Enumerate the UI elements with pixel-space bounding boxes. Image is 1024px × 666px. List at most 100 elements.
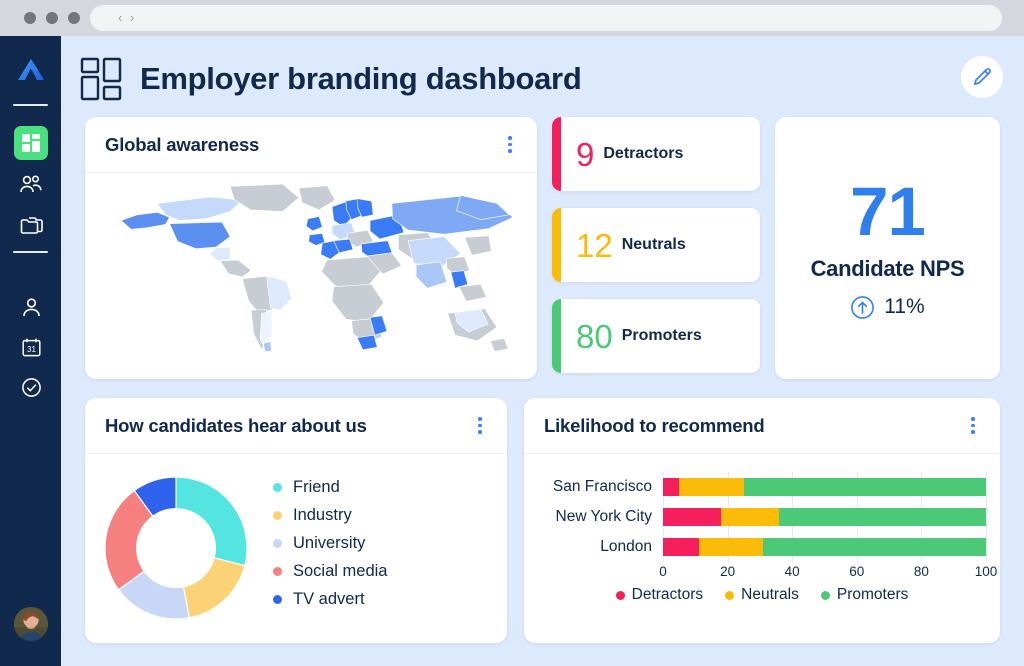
- legend-dot: [273, 483, 282, 492]
- bar-segment-detractors[interactable]: [663, 508, 722, 526]
- bar-track: [663, 538, 986, 556]
- nps-trend: 11%: [850, 295, 925, 320]
- sidebar-item-profile[interactable]: [14, 290, 48, 324]
- minimize-window-dot[interactable]: [46, 12, 58, 24]
- url-bar[interactable]: ‹ ›: [90, 5, 1002, 31]
- legend-dot: [615, 590, 625, 600]
- bar-segment-promoters[interactable]: [763, 538, 986, 556]
- legend-item-social-media[interactable]: Social media: [273, 562, 387, 581]
- gridline: [986, 472, 987, 562]
- legend-dot: [273, 511, 282, 520]
- card-global-awareness: Global awareness: [85, 117, 537, 379]
- nps-strip-neutrals[interactable]: 12 Neutrals: [552, 208, 760, 282]
- nps-score-value: 71: [850, 172, 926, 250]
- sidebar: 31: [0, 36, 61, 666]
- donut-chart: [104, 476, 248, 620]
- sidebar-divider-top: [13, 104, 48, 106]
- bar-segment-neutrals[interactable]: [698, 538, 764, 556]
- donut-legend: Friend Industry University Social media …: [273, 478, 387, 618]
- folders-icon: [20, 216, 43, 234]
- card-candidate-nps: 71 Candidate NPS 11%: [775, 117, 1000, 379]
- card-header: How candidates hear about us: [85, 398, 507, 454]
- sidebar-item-dashboard[interactable]: [14, 126, 48, 160]
- neutrals-value: 12: [576, 226, 613, 264]
- neutrals-label: Neutrals: [621, 236, 686, 253]
- legend-dot: [273, 539, 282, 548]
- legend-item-promoters[interactable]: Promoters: [820, 586, 908, 604]
- promoters-color-bar: [552, 299, 561, 373]
- sidebar-item-folders[interactable]: [14, 208, 48, 242]
- dashboard-canvas: Employer branding dashboard Global aware…: [61, 36, 1024, 666]
- person-icon: [22, 297, 40, 316]
- maximize-window-dot[interactable]: [68, 12, 80, 24]
- close-window-dot[interactable]: [24, 12, 36, 24]
- bar-x-axis: 0 20 40 60 80 100: [659, 562, 997, 582]
- card-title: Global awareness: [105, 133, 260, 155]
- legend-item-university[interactable]: University: [273, 534, 387, 553]
- svg-text:31: 31: [27, 345, 36, 354]
- legend-item-tv-advert[interactable]: TV advert: [273, 590, 387, 609]
- dashboard-grid-icon: [22, 134, 40, 152]
- window-controls[interactable]: [24, 12, 80, 24]
- legend-label: Industry: [293, 506, 352, 524]
- bar-legend: Detractors Neutrals Promoters: [538, 586, 986, 613]
- stacked-bar-chart: San Francisco New York City London 0 20 40 60…: [524, 454, 1000, 642]
- page-header: Employer branding dashboard: [80, 57, 582, 101]
- legend-dot: [725, 590, 735, 600]
- detractors-label: Detractors: [603, 145, 684, 162]
- legend-label: Social media: [293, 562, 388, 580]
- x-tick-label: 100: [974, 564, 998, 579]
- edit-button[interactable]: [961, 56, 1003, 98]
- kebab-menu-icon[interactable]: [471, 417, 489, 434]
- calendar-icon: 31: [21, 338, 41, 356]
- bar-segment-promoters[interactable]: [779, 508, 986, 526]
- detractors-color-bar: [552, 117, 561, 191]
- bar-segment-promoters[interactable]: [743, 478, 986, 496]
- promoters-label: Promoters: [621, 327, 702, 344]
- card-header: Global awareness: [85, 117, 537, 173]
- sidebar-item-tasks[interactable]: [14, 370, 48, 404]
- card-title: Likelihood to recommend: [544, 414, 765, 436]
- page-title: Employer branding dashboard: [140, 61, 582, 96]
- bar-row: London: [538, 532, 986, 562]
- x-tick-label: 60: [849, 564, 865, 579]
- kebab-menu-icon[interactable]: [964, 417, 982, 434]
- promoters-value: 80: [576, 317, 613, 355]
- legend-label: University: [293, 534, 366, 552]
- bar-rows: San Francisco New York City London: [538, 472, 986, 562]
- app-logo-icon[interactable]: [14, 54, 48, 88]
- card-likelihood-to-recommend: Likelihood to recommend San Francisco New…: [524, 398, 1000, 643]
- legend-item-neutrals[interactable]: Neutrals: [725, 586, 799, 604]
- nps-score-label: Candidate NPS: [810, 255, 965, 281]
- bar-segment-neutrals[interactable]: [679, 478, 744, 496]
- kebab-menu-icon[interactable]: [501, 136, 519, 153]
- bar-category-label: New York City: [555, 508, 652, 525]
- legend-item-industry[interactable]: Industry: [273, 506, 387, 525]
- people-icon: [20, 175, 42, 193]
- x-tick-label: 80: [913, 564, 929, 579]
- bar-category-label: San Francisco: [552, 478, 652, 495]
- donut-chart-body: Friend Industry University Social media …: [85, 454, 507, 642]
- bar-segment-detractors[interactable]: [663, 478, 680, 496]
- nps-strip-promoters[interactable]: 80 Promoters: [552, 299, 760, 373]
- sidebar-item-people[interactable]: [14, 167, 48, 201]
- user-avatar[interactable]: [14, 607, 48, 641]
- neutrals-color-bar: [552, 208, 561, 282]
- sidebar-divider-bottom: [13, 251, 48, 253]
- browser-chrome: ‹ ›: [0, 0, 1024, 36]
- sidebar-item-calendar[interactable]: 31: [14, 330, 48, 364]
- bar-track: [663, 478, 986, 496]
- nav-chevrons-icon[interactable]: ‹ ›: [118, 10, 136, 25]
- legend-item-friend[interactable]: Friend: [273, 478, 387, 497]
- bar-row: San Francisco: [538, 472, 986, 502]
- nps-strip-detractors[interactable]: 9 Detractors: [552, 117, 760, 191]
- detractors-value: 9: [576, 135, 595, 173]
- legend-label: Neutrals: [741, 586, 799, 603]
- bar-segment-neutrals[interactable]: [721, 508, 780, 526]
- bar-segment-detractors[interactable]: [663, 538, 699, 556]
- legend-dot: [820, 590, 830, 600]
- card-title: How candidates hear about us: [105, 414, 367, 436]
- legend-dot: [273, 567, 282, 576]
- x-tick-label: 20: [720, 564, 736, 579]
- legend-item-detractors[interactable]: Detractors: [615, 586, 703, 604]
